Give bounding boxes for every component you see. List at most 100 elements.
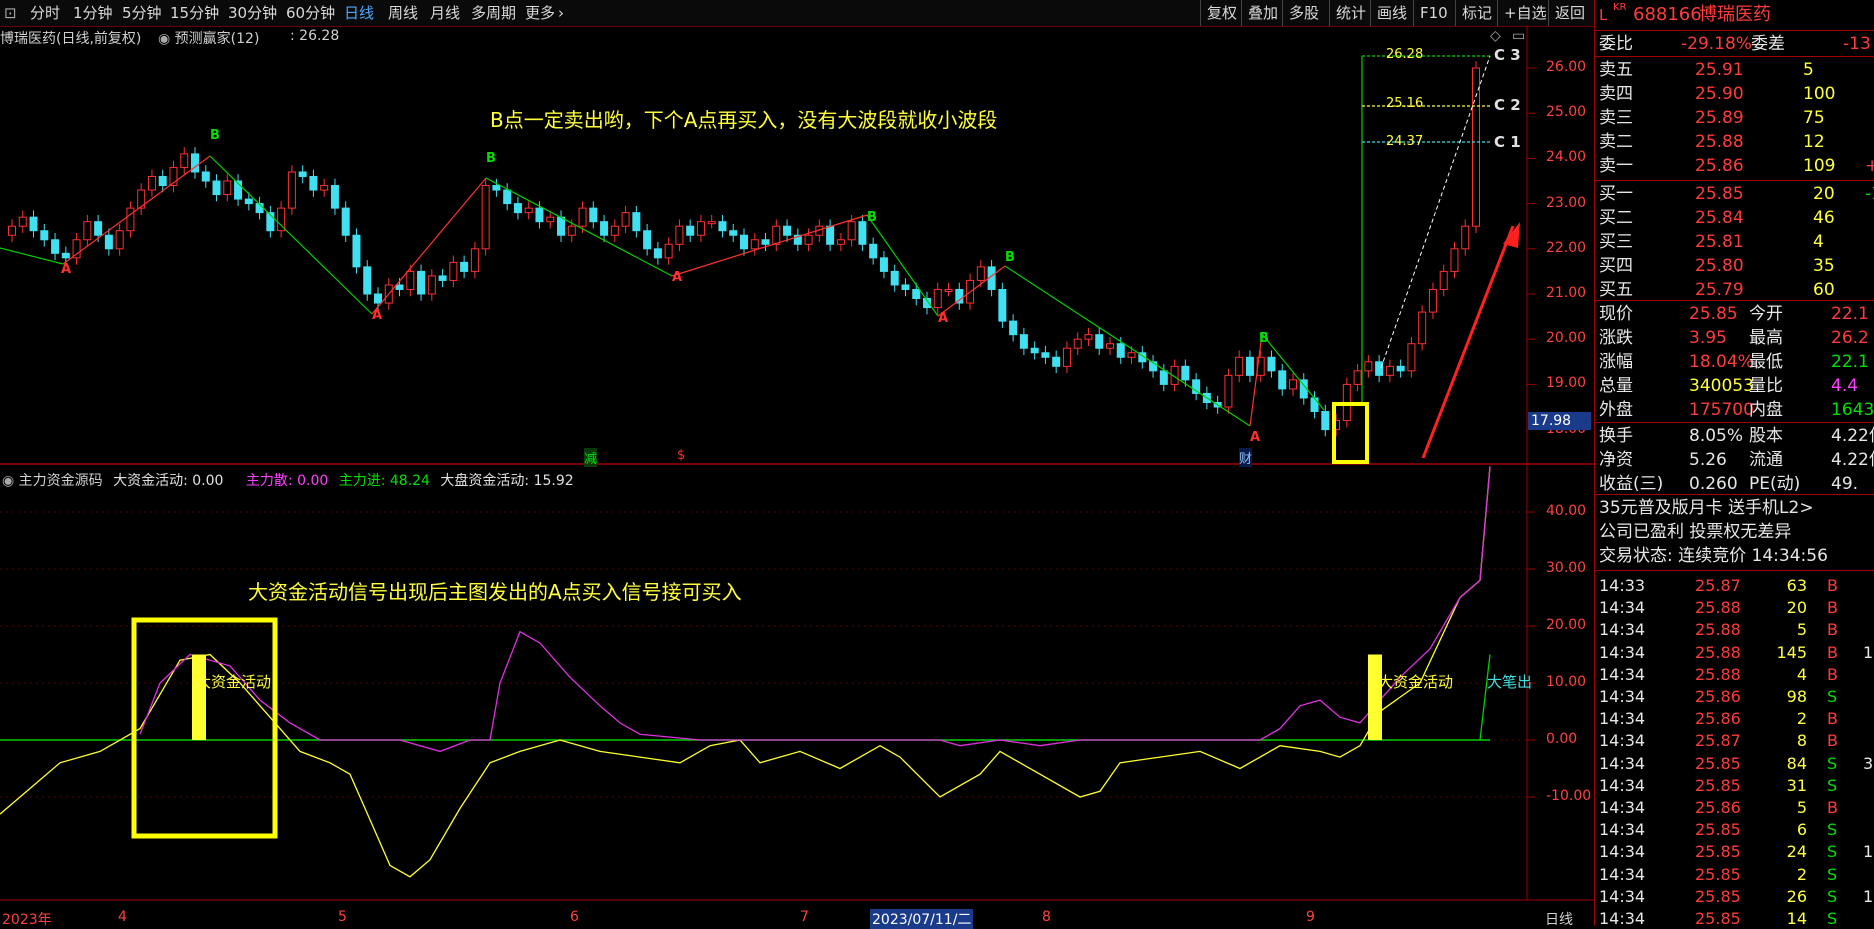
tab-5min[interactable]: 5分钟 [122, 2, 162, 24]
candle-body [1385, 365, 1394, 376]
ask-row[interactable]: 卖一 25.86 109 +4 [1595, 155, 1874, 177]
tick-row[interactable]: 14:34 25.88 20 B [1595, 597, 1874, 619]
fund-row[interactable]: 收益(三) 0.260 PE(动) 49. [1595, 473, 1874, 495]
tick-row[interactable]: 14:34 25.88 4 B [1595, 664, 1874, 686]
tick-row[interactable]: 14:34 25.88 5 B [1595, 619, 1874, 641]
candle-body [1181, 365, 1190, 381]
quote-label: 最高 [1749, 328, 1783, 348]
bid-row[interactable]: 买五 25.79 60 [1595, 279, 1874, 301]
candle-body [1106, 343, 1114, 349]
fund-row[interactable]: 净资 5.26 流通 4.22亿 [1595, 449, 1874, 471]
tick-row[interactable]: 14:34 25.86 2 B [1595, 708, 1874, 730]
candle-body [1019, 334, 1028, 349]
tab-multi-period[interactable]: 多周期 [471, 2, 516, 24]
tick-extra: 1 [1863, 642, 1874, 662]
candle-body [8, 225, 16, 236]
tab-15min[interactable]: 15分钟 [170, 2, 219, 24]
candle-body [944, 288, 953, 292]
stock-header: L KR 688166 博瑞医药 [1595, 2, 1874, 28]
ask-volume: 75 [1803, 108, 1825, 128]
tick-row[interactable]: 14:34 25.86 5 B [1595, 797, 1874, 819]
candle-body [460, 261, 469, 272]
quote-row[interactable]: 涨幅 18.04% 最低 22.1 [1595, 351, 1874, 373]
promo-link[interactable]: 35元普及版月卡 送手机L2> [1595, 497, 1874, 519]
indicator-toggle-icon[interactable]: ◉ [2, 473, 14, 489]
tick-row[interactable]: 14:34 25.88 145 B 1 [1595, 642, 1874, 664]
fund-row[interactable]: 换手 8.05%股本 4.22亿 [1595, 425, 1874, 447]
tick-time: 14:34 [1599, 664, 1646, 684]
ask-row[interactable]: 卖五 25.91 5 [1595, 59, 1874, 81]
tab-weekly[interactable]: 周线 [388, 2, 418, 24]
back-button[interactable]: 返回 [1548, 0, 1591, 26]
bid-label: 买三 [1599, 232, 1633, 252]
promo-text[interactable]: 35元普及版月卡 送手机L2> [1599, 497, 1814, 519]
ask-row[interactable]: 卖四 25.90 100 [1595, 83, 1874, 105]
tick-time: 14:34 [1599, 886, 1646, 906]
stats-button[interactable]: 统计 [1329, 0, 1372, 26]
tick-volume: 14 [1786, 909, 1807, 926]
quote-row[interactable]: 现价 25.85 今开 22.1 [1595, 303, 1874, 325]
candle-body [29, 216, 38, 232]
bid-row[interactable]: 买一 25.85 20 -1 [1595, 183, 1874, 205]
ask-row[interactable]: 卖三 25.89 75 [1595, 107, 1874, 129]
quote-row[interactable]: 外盘 175700内盘 16435 [1595, 399, 1874, 421]
tab-fenshi[interactable]: 分时 [30, 2, 60, 24]
mark-button[interactable]: 标记 [1455, 0, 1498, 26]
fuquan-button[interactable]: 复权 [1200, 0, 1243, 26]
wave-segment [485, 177, 673, 277]
quote-row[interactable]: 涨跌 3.95 最高 26.2 [1595, 327, 1874, 349]
tick-row[interactable]: 14:34 25.86 98 S [1595, 686, 1874, 708]
tick-row[interactable]: 14:34 25.85 26 S 1 [1595, 886, 1874, 908]
bid-price: 25.85 [1695, 184, 1744, 204]
tab-1min[interactable]: 1分钟 [73, 2, 113, 24]
tab-daily[interactable]: 日线 [344, 2, 374, 24]
overlay-button[interactable]: 叠加 [1241, 0, 1284, 26]
event-marker[interactable]: 减 [584, 448, 598, 467]
tick-row[interactable]: 14:34 25.85 31 S [1595, 775, 1874, 797]
diamond-icon[interactable]: ◇ [1490, 28, 1501, 44]
quote-row[interactable]: 总量 340053 量比 4.4 [1595, 375, 1874, 397]
menu-icon[interactable]: ⊡ [4, 2, 17, 24]
multi-stock-button[interactable]: 多股 [1282, 0, 1325, 26]
bid-row[interactable]: 买二 25.84 46 [1595, 207, 1874, 229]
bid-change: -1 [1865, 184, 1874, 204]
event-marker[interactable]: $ [677, 448, 685, 463]
candle-body [1278, 370, 1287, 390]
candle-body [1030, 347, 1039, 354]
tick-row[interactable]: 14:34 25.85 14 S [1595, 908, 1874, 926]
tick-row[interactable]: 14:34 25.85 84 S 3 [1595, 753, 1874, 775]
candle-body [180, 153, 189, 168]
tab-60min[interactable]: 60分钟 [286, 2, 335, 24]
fund-value: 0.260 [1689, 474, 1738, 494]
wave-segment [62, 155, 211, 265]
bid-row[interactable]: 买三 25.81 4 [1595, 231, 1874, 253]
wave-segment [1004, 265, 1251, 427]
tab-monthly[interactable]: 月线 [430, 2, 460, 24]
candle-body [374, 293, 382, 304]
tick-row[interactable]: 14:34 25.85 6 S [1595, 819, 1874, 841]
ask-row[interactable]: 卖二 25.88 12 [1595, 131, 1874, 153]
tab-more[interactable]: 更多 [525, 2, 555, 24]
candle-body [869, 243, 878, 259]
event-marker[interactable]: 财 [1239, 448, 1253, 467]
sub-axis-label: -10.00 [1546, 788, 1592, 804]
tab-30min[interactable]: 30分钟 [228, 2, 277, 24]
tick-row[interactable]: 14:34 25.87 8 B [1595, 730, 1874, 752]
period-toolbar: ⊡ 分时 1分钟 5分钟 15分钟 30分钟 60分钟 日线 周线 月线 多周期… [0, 0, 1594, 27]
candle-body [1267, 356, 1276, 372]
indicator-name[interactable]: ◉ 预测赢家(12) [158, 28, 259, 48]
candle-body [147, 175, 156, 191]
tick-row[interactable]: 14:33 25.87 63 B [1595, 575, 1874, 597]
tick-row[interactable]: 14:34 25.85 24 S 1 [1595, 841, 1874, 863]
bid-row[interactable]: 买四 25.80 35 [1595, 255, 1874, 277]
f10-button[interactable]: F10 [1413, 0, 1454, 26]
tick-time: 14:34 [1599, 709, 1646, 729]
target-label-1: C 1 [1494, 133, 1521, 151]
tick-row[interactable]: 14:34 25.85 2 S [1595, 864, 1874, 886]
wave-label-b: B [1005, 250, 1015, 265]
add-watchlist-button[interactable]: +自选 [1497, 0, 1553, 26]
indicator-toggle-icon[interactable]: ◉ [158, 31, 170, 47]
bid-label: 买一 [1599, 184, 1633, 204]
window-icon[interactable]: ▭ [1512, 28, 1525, 44]
draw-line-button[interactable]: 画线 [1370, 0, 1413, 26]
